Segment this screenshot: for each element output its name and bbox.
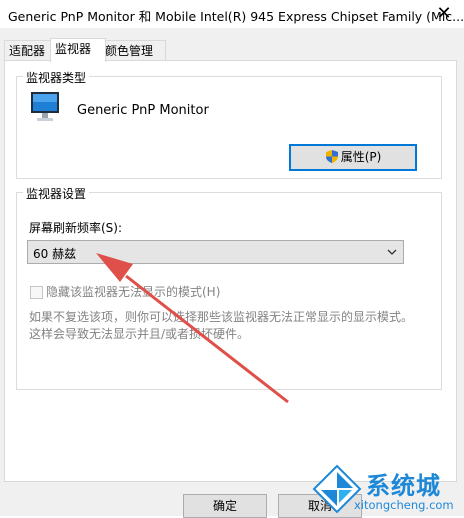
watermark-url: xitongcheng.com	[354, 498, 454, 512]
watermark: 系统城 xitongcheng.com	[306, 462, 464, 516]
tab-monitor[interactable]: 监视器	[50, 38, 106, 62]
watermark-brand: 系统城	[366, 472, 441, 500]
annotation-arrow	[96, 253, 289, 404]
